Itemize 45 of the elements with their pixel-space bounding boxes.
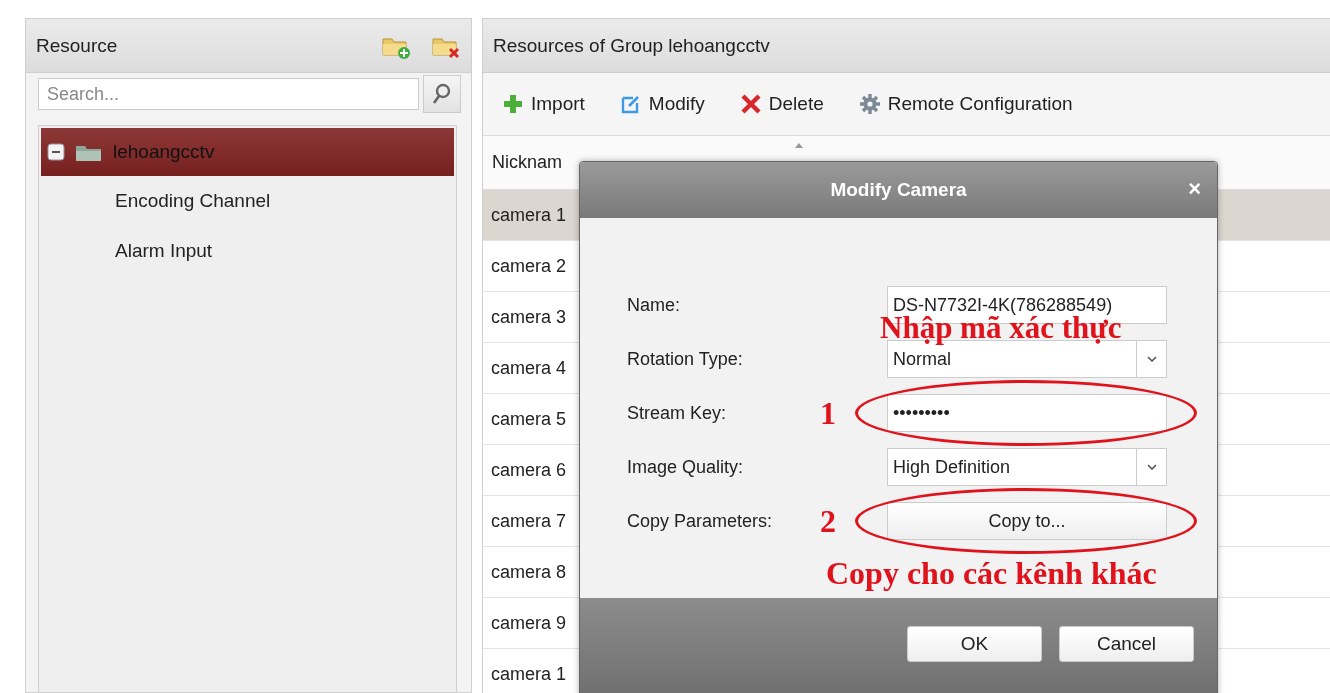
copy-button[interactable]: Copy to... (887, 502, 1167, 540)
step-number: 2 (820, 502, 837, 540)
field-label: Stream Key: (627, 402, 728, 424)
column-header[interactable]: Nicknam (483, 152, 562, 173)
gear-icon (859, 94, 880, 114)
chevron-down-icon (1146, 356, 1157, 362)
collapse-icon[interactable] (47, 143, 65, 161)
table-cell-text: camera 2 (490, 255, 567, 277)
tree-label: lehoangcctv (113, 141, 215, 163)
plus-icon (503, 94, 523, 114)
dropdown[interactable]: High Definition (887, 448, 1167, 486)
dialog-title: Modify Camera (830, 179, 967, 201)
tree-item[interactable]: Alarm Input (41, 226, 454, 276)
table-cell-text: camera 4 (490, 357, 567, 379)
table-cell-text: camera 1 (490, 663, 567, 685)
toolbar-button[interactable]: Delete (740, 93, 824, 115)
table-cell-text: camera 9 (490, 612, 567, 634)
field-label: Rotation Type: (627, 348, 744, 370)
annotation-text: Copy cho các kênh khác (826, 557, 1157, 589)
chevron-down-icon (1146, 464, 1157, 470)
step-number: 1 (820, 394, 837, 432)
table-cell-text: camera 5 (490, 408, 567, 430)
table-cell-text: camera 6 (490, 459, 567, 481)
dialog-button[interactable]: Cancel (1059, 626, 1194, 662)
search-button[interactable] (423, 75, 461, 113)
delete-icon (740, 94, 761, 114)
table-cell-text: camera 7 (490, 510, 567, 532)
table-cell-text: camera 1 (490, 204, 567, 226)
toolbar-button[interactable]: Remote Configuration (859, 93, 1073, 115)
dialog-button[interactable]: OK (907, 626, 1042, 662)
search-icon (432, 83, 452, 105)
search-field[interactable]: Search... (38, 78, 419, 110)
field-label: Name: (627, 294, 681, 316)
table-cell-text: camera 3 (490, 306, 567, 328)
toolbar-button[interactable]: Modify (620, 93, 705, 115)
sort-arrow-icon (794, 142, 804, 148)
password-field[interactable]: ••••••••• (887, 394, 1167, 432)
tree-item[interactable]: Encoding Channel (41, 176, 454, 226)
toolbar-button[interactable]: Import (503, 93, 585, 115)
field-label: Copy Parameters: (627, 510, 774, 532)
table-cell-text: camera 8 (490, 561, 567, 583)
edit-icon (620, 94, 641, 114)
panel-title: Resource (36, 34, 119, 57)
panel-title: Resources of Group lehoangcctv (493, 34, 771, 57)
field-label: Image Quality: (627, 456, 745, 478)
